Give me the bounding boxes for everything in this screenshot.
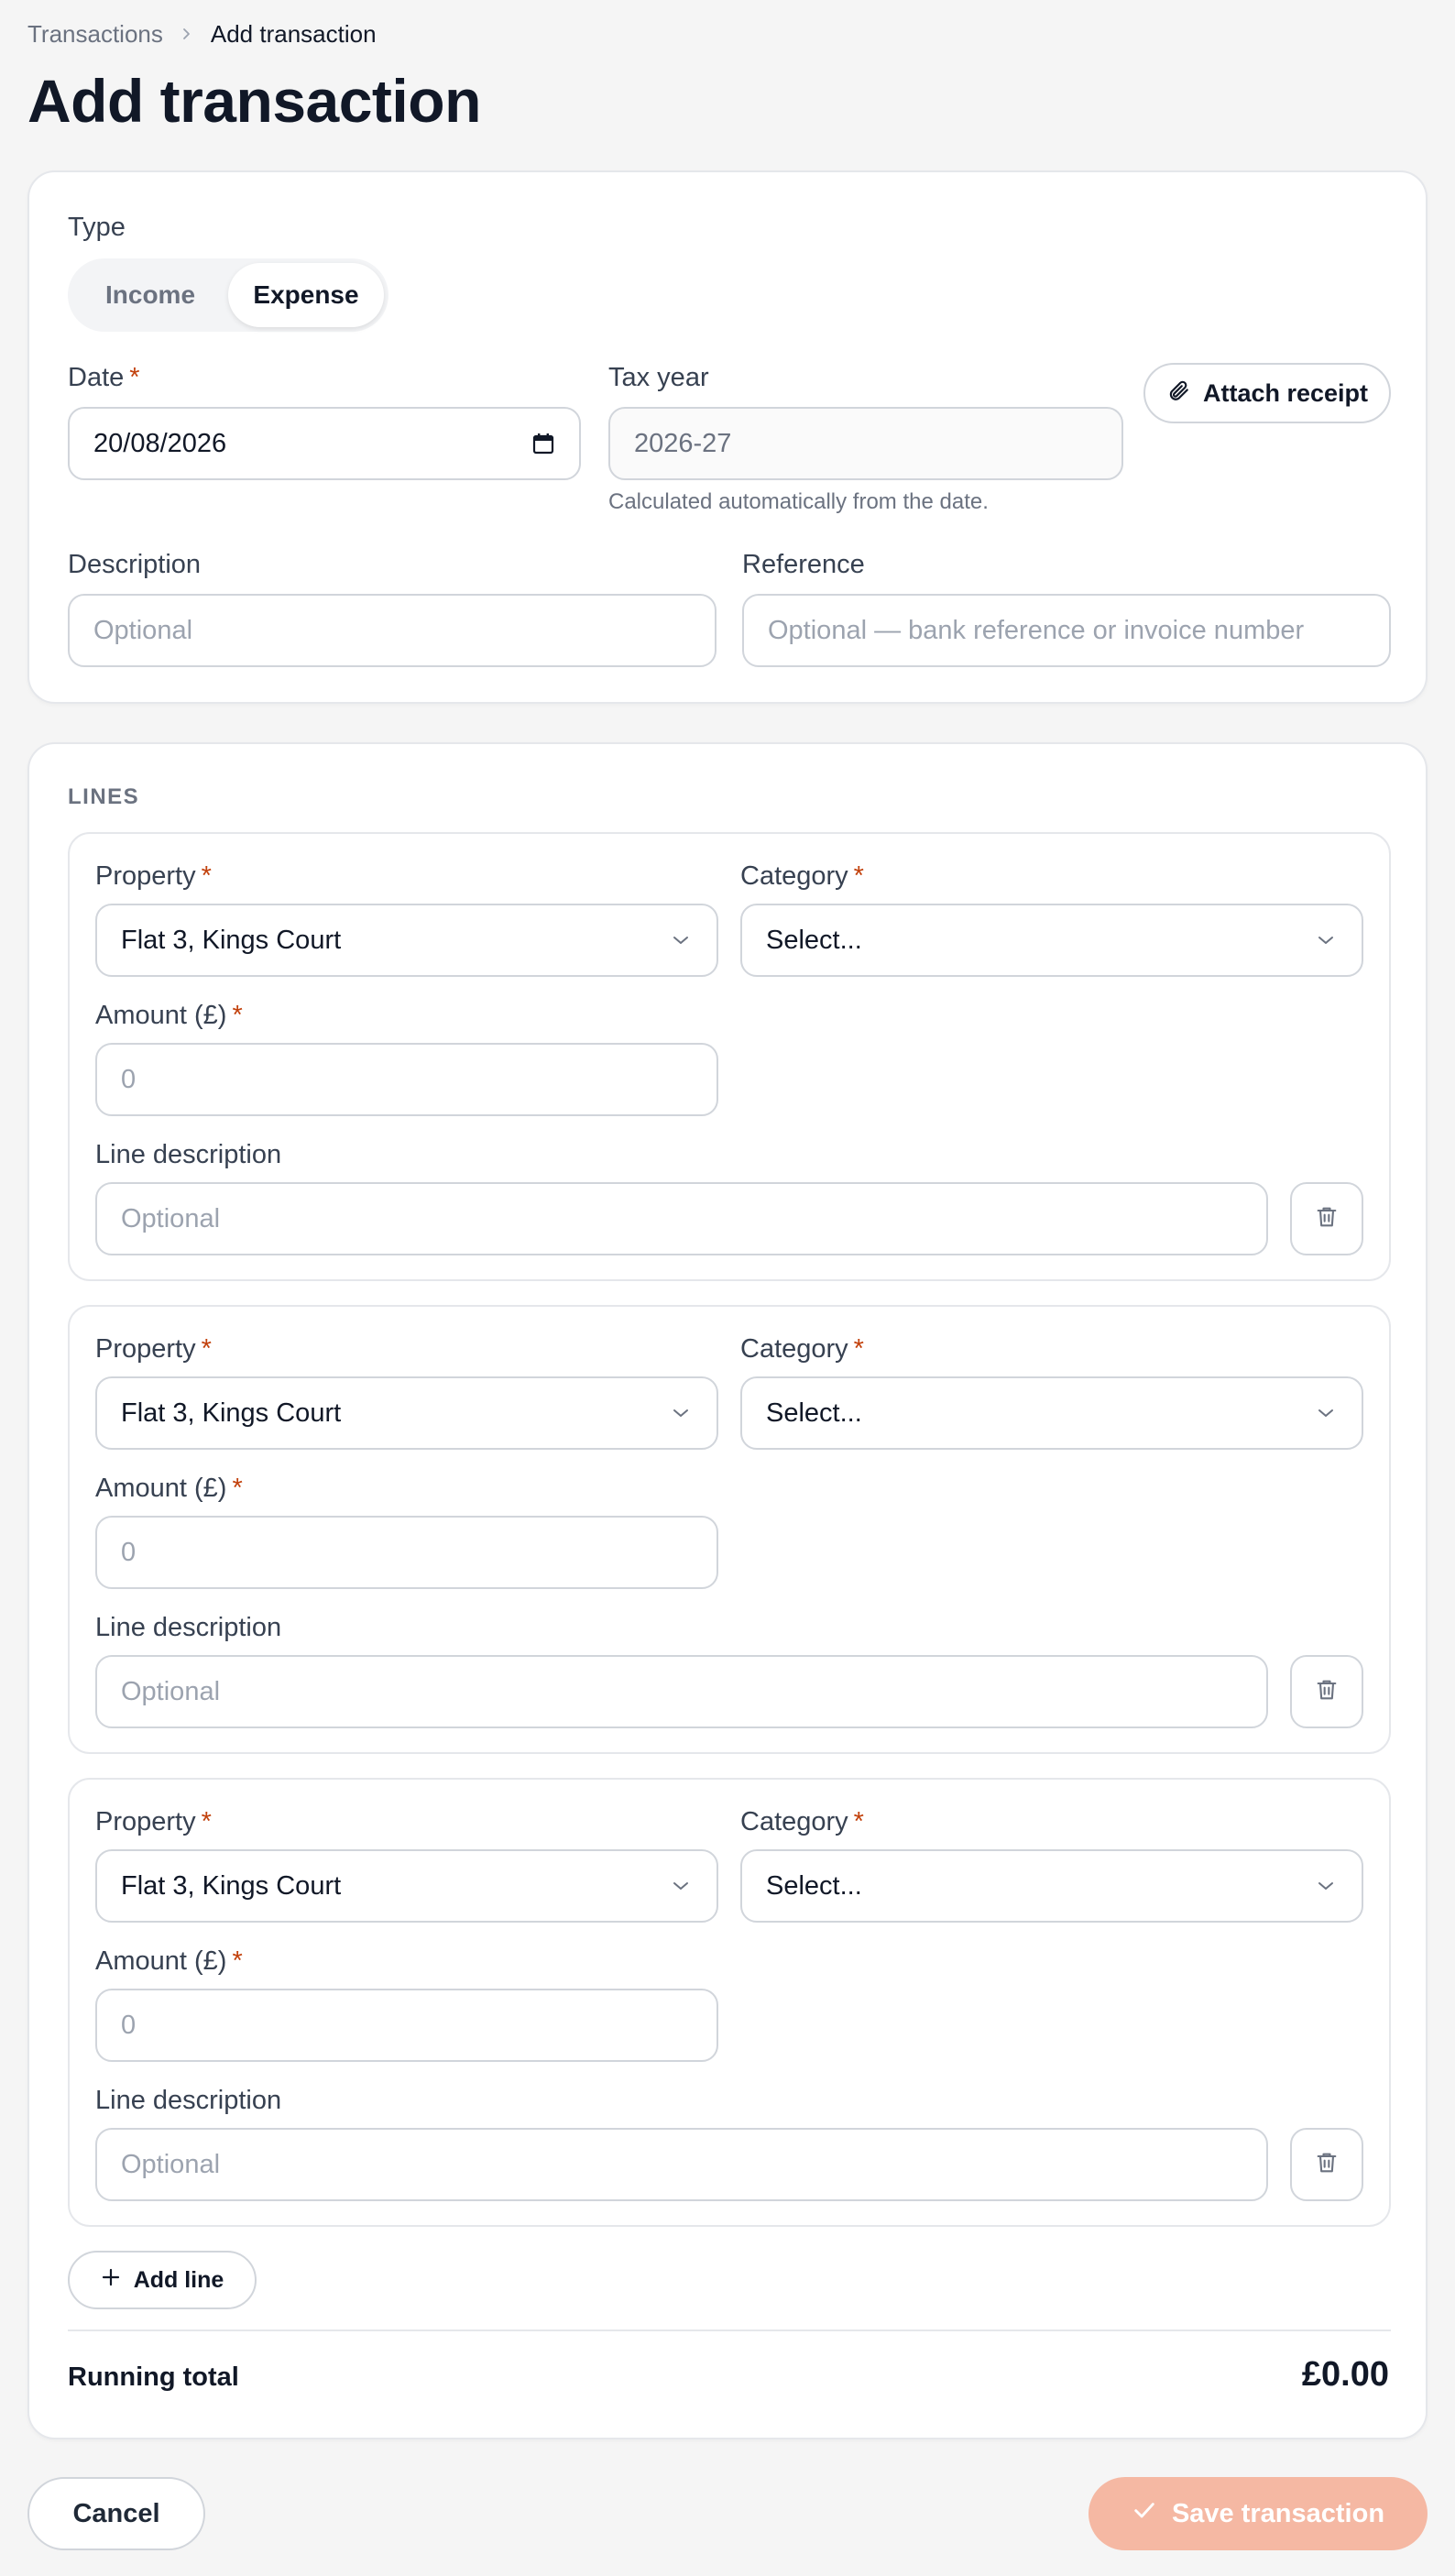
breadcrumb-transactions-link[interactable]: Transactions [27,20,163,49]
add-line-button[interactable]: Add line [68,2251,257,2309]
chevron-down-icon [1314,1874,1338,1898]
chevron-right-icon [180,22,194,48]
breadcrumb-current: Add transaction [210,20,377,48]
type-label: Type [68,213,126,242]
chevron-down-icon [669,1874,693,1898]
check-icon [1132,2497,1157,2530]
trash-icon [1314,1677,1340,1707]
amount-label: Amount (£) * [95,1474,243,1503]
category-select[interactable]: Select... [740,1849,1363,1923]
running-total-value: £0.00 [1301,2355,1389,2394]
category-label: Category * [740,861,864,891]
running-total-label: Running total [68,2362,239,2392]
chevron-down-icon [669,1401,693,1425]
trash-icon [1314,1204,1340,1234]
amount-label: Amount (£) * [95,1946,243,1976]
property-select[interactable]: Flat 3, Kings Court [95,1376,718,1450]
cancel-button[interactable]: Cancel [27,2477,205,2550]
chevron-down-icon [1314,928,1338,952]
property-label: Property * [95,861,212,891]
tax-year-label: Tax year [608,363,709,392]
tax-year-hint: Calculated automatically from the date. [608,489,989,514]
property-select[interactable]: Flat 3, Kings Court [95,1849,718,1923]
chevron-down-icon [669,928,693,952]
date-value: 20/08/2026 [93,428,227,458]
line-item: Property * Flat 3, Kings Court Category * … [68,1778,1391,2227]
date-label: Date * [68,363,140,392]
calendar-icon[interactable] [531,432,555,455]
tax-year-field: 2026-27 [608,407,1123,480]
page-title: Add transaction [27,67,481,135]
remove-line-button[interactable] [1290,2128,1363,2201]
remove-line-button[interactable] [1290,1182,1363,1255]
line-description-input[interactable]: Optional [95,2128,1268,2201]
save-transaction-button[interactable]: Save transaction [1089,2477,1428,2550]
chevron-down-icon [1314,1401,1338,1425]
reference-input[interactable]: Optional — bank reference or invoice num… [742,594,1391,667]
amount-label: Amount (£) * [95,1001,243,1030]
description-label: Description [68,550,202,579]
category-label: Category * [740,1334,864,1364]
line-description-label: Line description [95,2086,282,2115]
reference-label: Reference [742,550,865,579]
breadcrumb: Transactions Add transaction [27,20,377,49]
line-item: Property * Flat 3, Kings Court Category * … [68,832,1391,1281]
description-input[interactable]: Optional [68,594,717,667]
property-select[interactable]: Flat 3, Kings Court [95,904,718,977]
property-label: Property * [95,1334,212,1364]
lines-card: LINES Property * Flat 3, Kings Court Cate… [27,742,1428,2439]
line-description-input[interactable]: Optional [95,1655,1268,1728]
line-description-input[interactable]: Optional [95,1182,1268,1255]
attach-receipt-button[interactable]: Attach receipt [1143,363,1391,423]
amount-input[interactable]: 0 [95,1043,718,1116]
category-label: Category * [740,1807,864,1836]
category-select[interactable]: Select... [740,1376,1363,1450]
line-description-label: Line description [95,1140,282,1169]
type-option-income[interactable]: Income [72,263,228,327]
line-description-label: Line description [95,1613,282,1642]
lines-section-label: LINES [68,784,140,809]
trash-icon [1314,2150,1340,2180]
type-option-expense[interactable]: Expense [228,263,384,327]
remove-line-button[interactable] [1290,1655,1363,1728]
amount-input[interactable]: 0 [95,1516,718,1589]
amount-input[interactable]: 0 [95,1989,718,2062]
date-input[interactable]: 20/08/2026 [68,407,581,480]
divider [68,2329,1391,2331]
property-label: Property * [95,1807,212,1836]
plus-icon [101,2267,121,2294]
line-item: Property * Flat 3, Kings Court Category * … [68,1305,1391,1754]
paperclip-icon [1166,378,1190,409]
category-select[interactable]: Select... [740,904,1363,977]
type-toggle: Income Expense [68,258,388,332]
transaction-details-card: Type Income Expense Date * 20/08/2026 Tax… [27,170,1428,704]
